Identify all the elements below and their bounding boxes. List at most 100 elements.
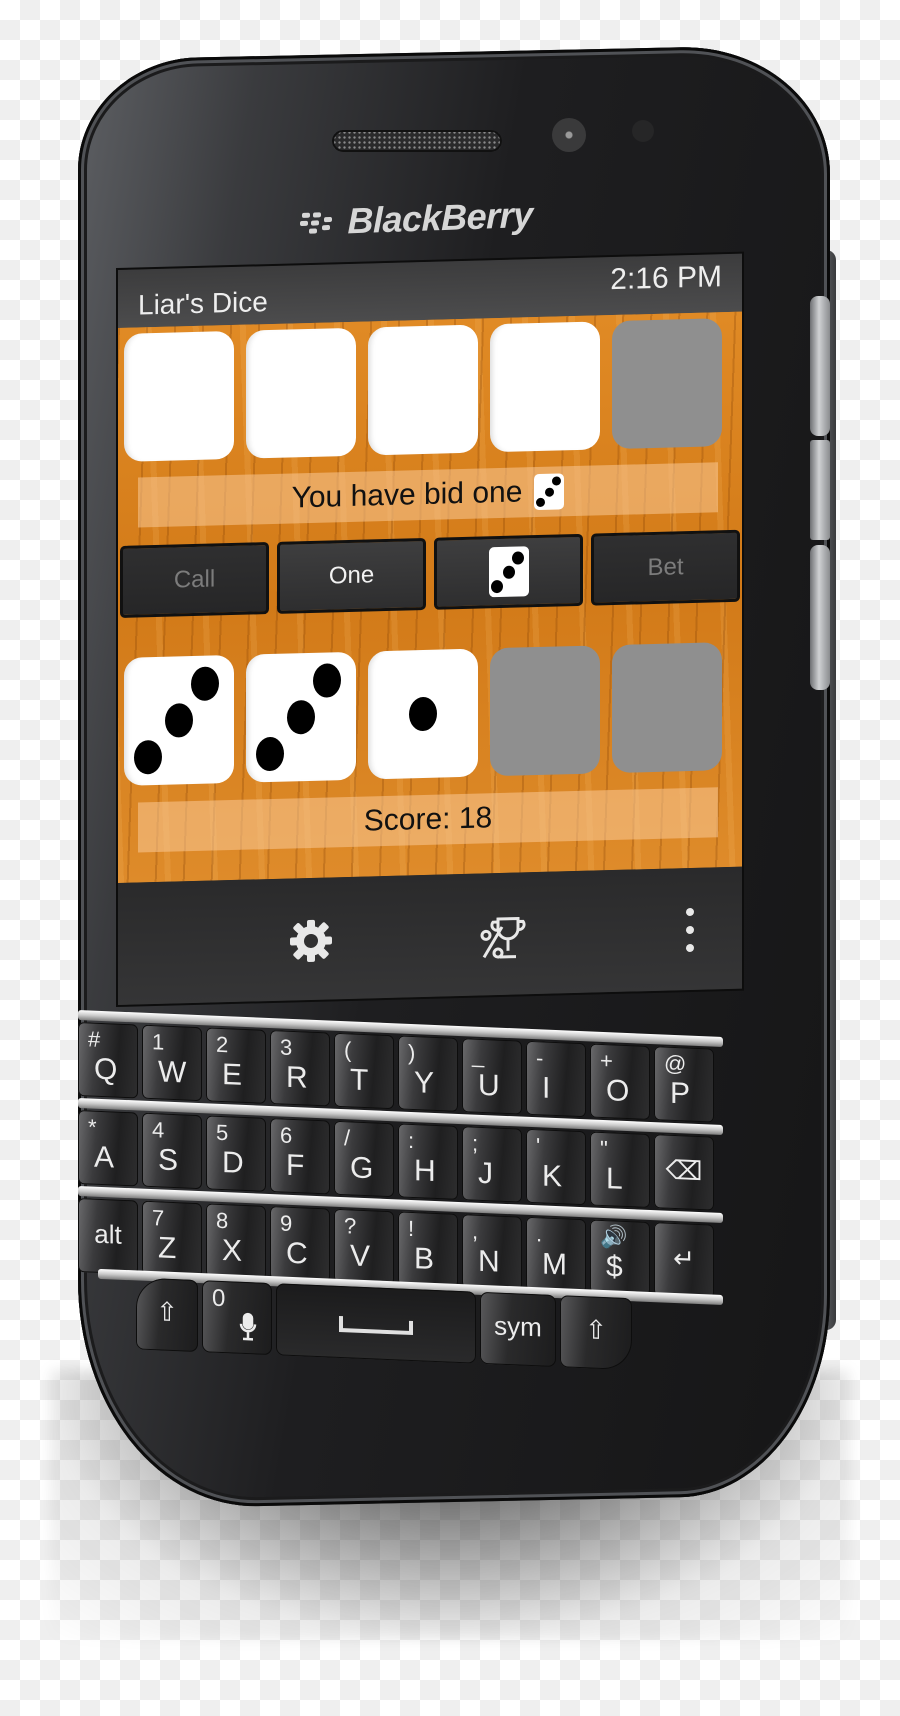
space-key[interactable] xyxy=(276,1283,476,1364)
overflow-menu-icon xyxy=(686,908,694,953)
die-pip xyxy=(256,736,285,772)
die-pip xyxy=(313,663,342,699)
key-c[interactable]: 9C xyxy=(270,1206,330,1283)
key-alt-label: _ xyxy=(472,1042,485,1069)
key-backspace[interactable]: ⌫ xyxy=(654,1134,714,1211)
key-n[interactable]: ,N xyxy=(462,1214,522,1291)
key-a[interactable]: * A xyxy=(78,1110,138,1187)
overflow-menu-button[interactable] xyxy=(684,906,696,958)
proximity-sensor xyxy=(632,120,654,142)
key-alt-label: . xyxy=(536,1221,543,1247)
phone-screen: Liar's Dice 2:16 PM You have bid one Cal… xyxy=(118,253,742,1006)
key-label: B xyxy=(414,1242,435,1276)
key-label: X xyxy=(222,1234,243,1268)
die-pip xyxy=(287,699,315,735)
key-u[interactable]: _ U xyxy=(462,1038,522,1115)
player-die[interactable] xyxy=(490,645,600,777)
microphone-icon xyxy=(239,1312,257,1341)
key-alt-label: " xyxy=(600,1135,608,1162)
player-die[interactable] xyxy=(612,642,722,774)
quantity-button[interactable]: One xyxy=(277,537,426,614)
sym-key[interactable]: sym xyxy=(480,1291,556,1368)
key-label: M xyxy=(542,1247,567,1282)
key-w[interactable]: 1W xyxy=(142,1024,202,1102)
die-pip xyxy=(491,579,504,593)
key-z[interactable]: 7Z xyxy=(142,1200,202,1278)
key-$[interactable]: 🔊 $ xyxy=(590,1219,650,1296)
key-alt-label: 4 xyxy=(152,1117,165,1143)
score-banner: Score: 18 xyxy=(138,787,718,853)
key-l[interactable]: " L xyxy=(590,1131,650,1208)
key-p[interactable]: @ P xyxy=(654,1046,714,1123)
alt-icon: alt xyxy=(94,1218,122,1250)
key-label: T xyxy=(350,1063,369,1098)
key-b[interactable]: ! B xyxy=(398,1211,458,1288)
bet-label: Bet xyxy=(647,553,684,582)
key-alt-label: @ xyxy=(664,1050,687,1077)
key-y[interactable]: ) Y xyxy=(398,1035,458,1112)
key-alt-label: 6 xyxy=(280,1122,293,1148)
player-die[interactable] xyxy=(124,654,234,786)
key-label: A xyxy=(94,1140,115,1175)
key-g[interactable]: / G xyxy=(334,1120,394,1198)
key-alt-label: ( xyxy=(344,1037,352,1063)
key-m[interactable]: .M xyxy=(526,1216,586,1294)
face-die-icon xyxy=(488,546,529,598)
bet-button[interactable]: Bet xyxy=(591,529,740,606)
space-bar-icon xyxy=(339,1315,413,1336)
key-label: V xyxy=(350,1239,371,1274)
key-d[interactable]: 5D xyxy=(206,1115,266,1192)
key-label: Y xyxy=(414,1066,435,1100)
die-pip xyxy=(191,666,220,702)
key-x[interactable]: 8X xyxy=(206,1203,266,1280)
key-i[interactable]: -I xyxy=(526,1040,586,1118)
opponent-die[interactable] xyxy=(246,327,356,459)
key-label: C xyxy=(286,1236,308,1271)
sym-label: sym xyxy=(494,1310,542,1343)
opponent-die[interactable] xyxy=(490,321,600,453)
key-alt-label: 7 xyxy=(152,1205,165,1231)
backspace-icon: ⌫ xyxy=(665,1154,703,1187)
key-r[interactable]: 3R xyxy=(270,1030,330,1107)
key-label: F xyxy=(286,1148,305,1183)
opponent-die[interactable] xyxy=(612,318,722,450)
key-o[interactable]: + O xyxy=(590,1043,650,1120)
key-t[interactable]: (T xyxy=(334,1032,394,1110)
zero-label: 0 xyxy=(212,1284,226,1313)
key-alt-label: ; xyxy=(472,1130,479,1156)
front-camera-icon xyxy=(552,118,586,152)
key-label: J xyxy=(478,1156,493,1191)
shift-arrow-icon: ⇧ xyxy=(156,1296,178,1328)
key-label: H xyxy=(414,1154,436,1188)
key-k[interactable]: ' K xyxy=(526,1128,586,1206)
key-h[interactable]: :H xyxy=(398,1123,458,1200)
key-alt-label: 5 xyxy=(216,1119,229,1146)
key-enter[interactable]: ↵ xyxy=(654,1222,714,1299)
key-q[interactable]: # Q xyxy=(78,1022,138,1099)
key-v[interactable]: ? V xyxy=(334,1208,394,1286)
mute-button[interactable] xyxy=(810,440,830,540)
key-alt-label: - xyxy=(536,1045,544,1071)
player-die[interactable] xyxy=(368,648,478,780)
zero-mic-key[interactable]: 0 xyxy=(202,1280,272,1356)
left-shift-key[interactable]: ⇧ xyxy=(136,1277,198,1353)
earpiece-speaker xyxy=(332,130,502,152)
volume-up-button[interactable] xyxy=(810,296,830,436)
player-die[interactable] xyxy=(246,651,356,783)
volume-down-button[interactable] xyxy=(810,545,830,690)
quantity-label: One xyxy=(328,561,375,590)
opponent-die[interactable] xyxy=(368,324,478,456)
opponent-die[interactable] xyxy=(124,330,234,462)
key-j[interactable]: ; J xyxy=(462,1126,522,1203)
settings-button[interactable] xyxy=(288,917,334,968)
key-f[interactable]: 6F xyxy=(270,1118,330,1195)
key-e[interactable]: 2E xyxy=(206,1027,266,1104)
face-value-button[interactable] xyxy=(434,533,583,610)
key-s[interactable]: 4S xyxy=(142,1112,202,1190)
shift-arrow-icon: ⇧ xyxy=(585,1314,607,1346)
key-alt[interactable]: alt xyxy=(78,1198,138,1275)
statistics-button[interactable] xyxy=(476,912,526,967)
right-shift-key[interactable]: ⇧ xyxy=(560,1295,632,1371)
call-button[interactable]: Call xyxy=(120,542,269,618)
score-text: Score: 18 xyxy=(363,801,493,838)
